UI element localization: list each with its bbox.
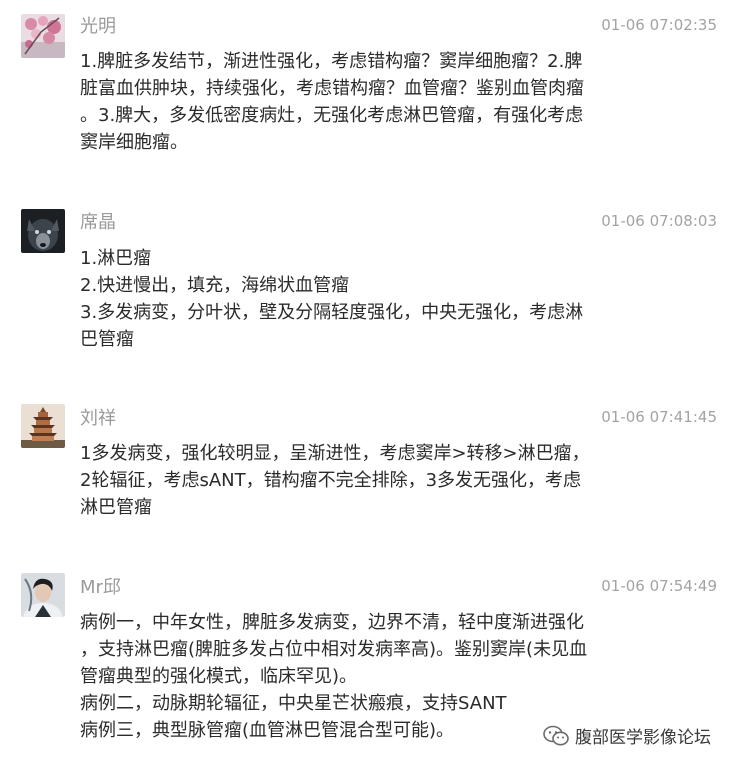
comment-line: ，支持淋巴瘤(脾脏多发占位中相对发病率高)。鉴别窦岸(未见血 bbox=[80, 639, 588, 660]
comment-line: 1多发病变，强化较明显，呈渐进性，考虑窦岸>转移>淋巴瘤， bbox=[80, 443, 590, 464]
person-portrait-avatar[interactable] bbox=[21, 573, 65, 617]
comment-line: 巴管瘤 bbox=[80, 329, 134, 350]
comment-line: 窦岸细胞瘤。 bbox=[80, 132, 188, 153]
source-watermark: 腹部医学影像论坛 bbox=[543, 723, 711, 748]
wechat-official-account-icon bbox=[543, 725, 569, 745]
commenter-name: Mr邱 bbox=[80, 577, 121, 598]
comment-line: 病例一，中年女性，脾脏多发病变，边界不清，轻中度渐进强化 bbox=[80, 612, 584, 633]
commenter-name: 光明 bbox=[80, 16, 116, 37]
watermark-text: 腹部医学影像论坛 bbox=[575, 728, 711, 748]
comment-line: 病例二，动脉期轮辐征，中央星芒状瘢痕，支持SANT bbox=[80, 693, 507, 714]
comment-line: 淋巴管瘤 bbox=[80, 497, 152, 518]
comment-text: 1.淋巴瘤 2.快进慢出，填充，海绵状血管瘤 3.多发病变，分叶状，壁及分隔轻度… bbox=[80, 245, 680, 353]
comment-timestamp: 01-06 07:08:03 bbox=[601, 212, 717, 230]
comment-line: 脏富血供肿块，持续强化，考虑错构瘤？血管瘤？鉴别血管肉瘤 bbox=[80, 78, 584, 99]
comment-timestamp: 01-06 07:41:45 bbox=[601, 408, 717, 426]
comment-line: 1.淋巴瘤 bbox=[80, 248, 152, 269]
comment-line: 管瘤典型的强化模式，临床罕见)。 bbox=[80, 666, 358, 687]
comment-line: 3.多发病变，分叶状，壁及分隔轻度强化，中央无强化，考虑淋 bbox=[80, 302, 584, 323]
commenter-name: 刘祥 bbox=[80, 408, 116, 429]
comment-line: 2.快进慢出，填充，海绵状血管瘤 bbox=[80, 275, 350, 296]
comment-text: 1多发病变，强化较明显，呈渐进性，考虑窦岸>转移>淋巴瘤， 2轮辐征，考虑sAN… bbox=[80, 440, 680, 521]
comment-line: 2轮辐征，考虑sANT，错构瘤不完全排除，3多发无强化，考虑 bbox=[80, 470, 582, 491]
comment-line: 1.脾脏多发结节，渐进性强化，考虑错构瘤？窦岸细胞瘤？2.脾 bbox=[80, 51, 583, 72]
commenter-name: 席晶 bbox=[80, 212, 116, 233]
comment-timestamp: 01-06 07:54:49 bbox=[601, 577, 717, 595]
comment-text: 1.脾脏多发结节，渐进性强化，考虑错构瘤？窦岸细胞瘤？2.脾 脏富血供肿块，持续… bbox=[80, 48, 680, 156]
comment-timestamp: 01-06 07:02:35 bbox=[601, 16, 717, 34]
wolf-avatar[interactable] bbox=[21, 209, 65, 253]
pagoda-avatar[interactable] bbox=[21, 404, 65, 448]
comment-line: 。3.脾大，多发低密度病灶，无强化考虑淋巴管瘤，有强化考虑 bbox=[80, 105, 584, 126]
pink-blossom-avatar[interactable] bbox=[21, 14, 65, 58]
